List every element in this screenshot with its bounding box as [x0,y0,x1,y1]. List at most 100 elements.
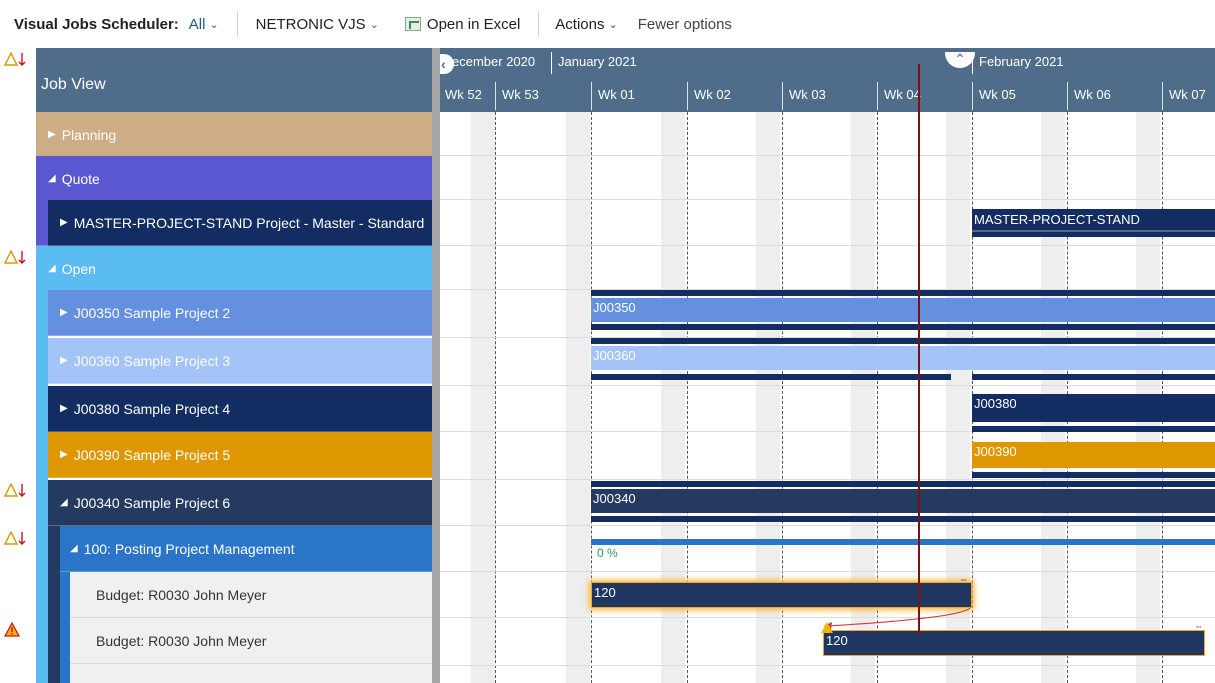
gantt-bar-j00360[interactable]: J00360 [591,346,1215,370]
expand-icon[interactable]: ▶ [48,129,56,140]
row-label: Open [61,260,96,277]
warning-column [0,48,36,683]
filter-dropdown[interactable]: All ⌄ [189,16,219,33]
row-label: MASTER-PROJECT-STAND Project - Master - … [73,214,425,231]
gantt-bar-j00390[interactable]: J00390 [972,442,1215,468]
link-arrow [824,607,971,630]
warning-sort-icon[interactable] [4,52,30,68]
actions-menu[interactable]: Actions ⌄ [555,16,617,33]
week-gridline [495,112,496,683]
week-divider [1162,82,1163,110]
tree-row-master-project[interactable]: ▶ MASTER-PROJECT-STAND Project - Master … [48,200,432,246]
chevron-left-icon: ‹ [441,56,446,72]
resize-handle-icon[interactable]: ⇔ [1194,621,1203,631]
row-gridline [440,155,1215,156]
row-gridline [440,385,1215,386]
splitter[interactable] [432,48,440,683]
warning-sort-icon[interactable] [4,483,30,499]
tree-row-j00350[interactable]: ▶ J00350 Sample Project 2 [48,290,432,336]
gantt-stripe [972,472,1215,478]
tree-row-j00340[interactable]: ◢ J00340 Sample Project 6 [48,480,432,526]
open-in-excel-label: Open in Excel [426,15,521,33]
actions-label: Actions [555,15,605,33]
tree-row-quote[interactable]: ◢ Quote [36,156,432,202]
week-divider [495,82,496,110]
row-label: J00390 Sample Project 5 [73,446,231,463]
gantt-stripe [972,374,1215,380]
row-label: J00380 Sample Project 4 [73,400,231,417]
warning-icon [821,622,833,633]
gantt-stripe [591,374,951,380]
gantt-stripe [972,426,1215,432]
month-divider [972,52,973,74]
collapse-icon[interactable]: ◢ [60,497,68,508]
collapse-icon[interactable]: ◢ [70,543,78,554]
tree-row-j00380[interactable]: ▶ J00380 Sample Project 4 [48,386,432,432]
week-label: Wk 53 [502,87,539,102]
scroll-up-icon[interactable]: ⌃ [945,52,975,68]
week-divider [972,82,973,110]
weekend-shading [566,112,590,683]
toolbar: Visual Jobs Scheduler: All ⌄ NETRONIC VJ… [0,0,1215,48]
row-gridline [440,245,1215,246]
row-gridline [440,525,1215,526]
expand-icon[interactable]: ▶ [60,449,68,460]
row-gridline [440,571,1215,572]
expand-icon[interactable]: ▶ [60,355,68,366]
tree-row-planning[interactable]: ▶ Planning [36,112,432,158]
toolbar-divider [538,11,540,37]
row-label: J00350 Sample Project 2 [73,304,231,321]
warning-sort-icon[interactable] [4,531,30,547]
month-label: January 2021 [558,54,637,69]
expand-icon[interactable]: ▶ [60,307,68,318]
expand-icon[interactable]: ▶ [60,217,68,228]
gantt-stripe [591,481,1215,487]
tree-row-budget[interactable]: Budget: R0030 John Meyer [70,618,432,664]
tree-row-task-100[interactable]: ◢ 100: Posting Project Management [60,526,432,572]
gantt-stripe [591,338,1215,344]
job-tree: Job View ▶ Planning ◢ Quote ▶ MASTER-PRO… [36,48,432,683]
collapse-icon[interactable]: ◢ [48,263,56,274]
tree-row-j00360[interactable]: ▶ J00360 Sample Project 3 [48,338,432,384]
gantt-bar-budget-1[interactable]: 120 [591,582,972,608]
row-label: Budget: R0030 John Meyer [96,586,267,603]
tree-row-budget[interactable]: Budget: R0030 John Meyer [70,572,432,618]
row-label: J00340 Sample Project 6 [73,494,231,511]
week-label: Wk 52 [445,87,482,102]
gantt-bar-master[interactable]: MASTER-PROJECT-STAND [972,209,1215,237]
warning-icon[interactable] [4,622,30,638]
tree-row-j00390[interactable]: ▶ J00390 Sample Project 5 [48,432,432,478]
tree-indent-j00340 [48,526,60,683]
week-divider [687,82,688,110]
row-label: J00360 Sample Project 3 [73,352,231,369]
weekend-shading [471,112,495,683]
gantt-bar-j00380[interactable]: J00380 [972,394,1215,422]
gantt-body: MASTER-PROJECT-STAND J00350 J00360 J0038… [440,112,1215,683]
expand-icon[interactable]: ▶ [60,403,68,414]
warning-sort-icon[interactable] [4,250,30,266]
week-divider [877,82,878,110]
gantt-bar-j00350[interactable]: J00350 [591,298,1215,322]
week-label: Wk 01 [598,87,635,102]
tree-row-open[interactable]: ◢ Open [36,246,432,292]
row-gridline [440,665,1215,666]
gantt-chart[interactable]: ‹ ecember 2020 January 2021 ⌃ February 2… [440,48,1215,683]
gantt-bar-j00340[interactable]: J00340 [591,489,1215,513]
progress-label: 0 % [597,546,618,560]
netronic-menu[interactable]: NETRONIC VJS ⌄ [256,16,379,33]
open-in-excel-button[interactable]: Open in Excel [404,15,521,33]
task-progress-bar[interactable] [591,539,1215,545]
week-divider [782,82,783,110]
row-gridline [440,479,1215,480]
gantt-stripe [591,516,1215,522]
bar-underline [972,230,1215,232]
chevron-down-icon: ⌄ [608,18,618,31]
resize-handle-icon[interactable]: ⇔ [959,574,968,584]
week-label: Wk 05 [979,87,1016,102]
chevron-down-icon: ⌄ [209,18,219,31]
app-window: Visual Jobs Scheduler: All ⌄ NETRONIC VJ… [0,0,1215,683]
collapse-icon[interactable]: ◢ [48,173,56,184]
fewer-options-button[interactable]: Fewer options [638,16,732,33]
excel-icon [404,17,421,31]
row-label: Quote [61,170,100,187]
